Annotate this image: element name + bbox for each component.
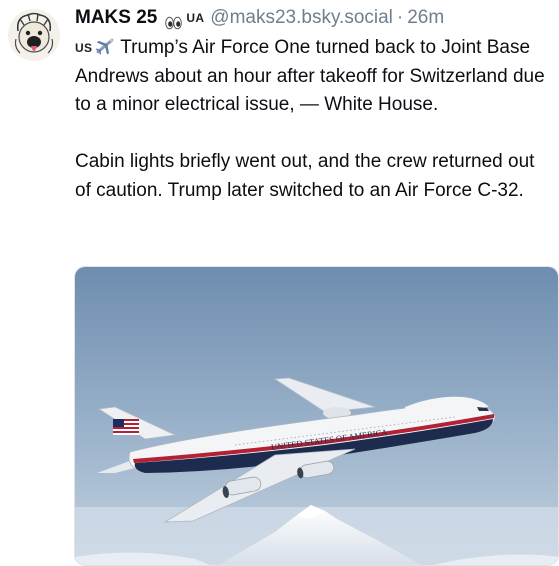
post-paragraph-2-text: Cabin lights briefly went out, and the c… — [75, 151, 535, 201]
post-text: US Trump’s Air Force One turned back to … — [75, 34, 550, 205]
eyes-emoji-icon — [165, 11, 183, 30]
author-display-name[interactable]: MAKS 25 — [75, 4, 157, 32]
post-paragraph-1: US Trump’s Air Force One turned back to … — [75, 34, 550, 120]
cartoon-face-avatar-icon — [8, 9, 60, 61]
post-timestamp[interactable]: 26m — [407, 4, 444, 32]
us-flag-label: US — [75, 41, 93, 55]
post-paragraph-2: Cabin lights briefly went out, and the c… — [75, 148, 550, 205]
header-separator: · — [396, 7, 404, 28]
airplane-emoji-icon — [94, 36, 116, 56]
avatar[interactable] — [8, 9, 60, 61]
author-flag-label: UA — [186, 11, 205, 25]
post-paragraph-1-text: Trump’s Air Force One turned back to Joi… — [75, 37, 545, 115]
post-image[interactable]: UNITED STATES OF AMERICA — [74, 266, 559, 566]
post-card[interactable]: MAKS 25 UA @maks23.bsky.social · 26m US — [0, 0, 559, 566]
air-force-one-jet-photo-icon: UNITED STATES OF AMERICA — [75, 267, 558, 565]
author-handle[interactable]: @maks23.bsky.social — [210, 4, 393, 32]
post-header: MAKS 25 UA @maks23.bsky.social · 26m — [75, 4, 444, 32]
